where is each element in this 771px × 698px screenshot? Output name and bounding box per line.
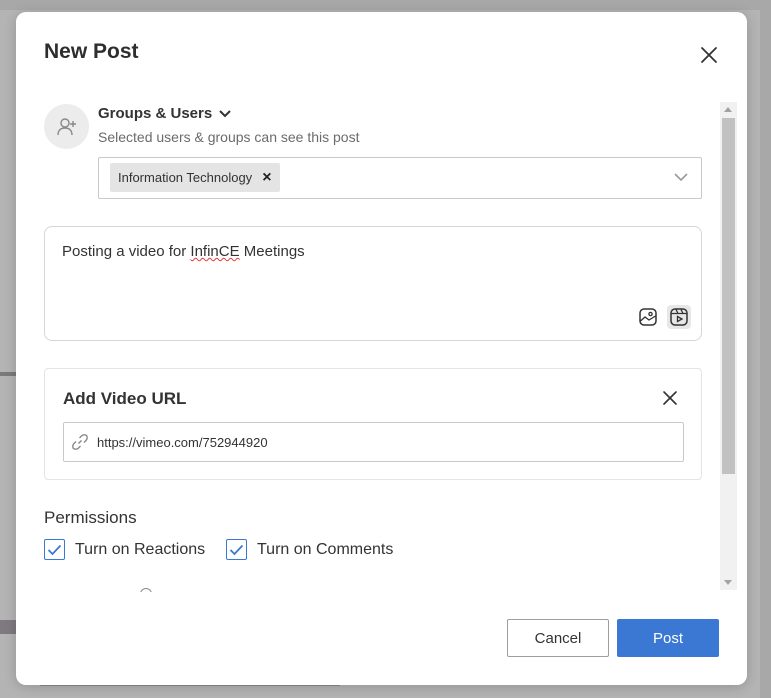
chevron-down-icon[interactable]: [673, 172, 689, 182]
misspelled-word: InfinCE: [190, 243, 240, 260]
close-modal-button[interactable]: [698, 44, 720, 66]
modal-title: New Post: [44, 40, 139, 63]
audience-select[interactable]: Information Technology ×: [98, 157, 702, 199]
reactions-label: Turn on Reactions: [75, 540, 206, 558]
new-post-modal: New Post Groups & Users Selected users &…: [16, 12, 747, 685]
video-url-field[interactable]: [63, 422, 684, 462]
scrollbar-thumb[interactable]: [722, 118, 735, 474]
check-icon: [229, 544, 244, 555]
info-icon: [140, 588, 152, 592]
post-button[interactable]: Post: [617, 619, 719, 657]
cancel-button[interactable]: Cancel: [507, 619, 609, 657]
background-fragment: [0, 620, 16, 634]
scroll-down-arrow[interactable]: [724, 580, 732, 585]
chip-label: Information Technology: [118, 170, 253, 185]
groups-users-subtitle: Selected users & groups can see this pos…: [98, 129, 360, 145]
add-video-button[interactable]: [667, 305, 691, 329]
close-icon: [663, 391, 677, 405]
video-icon: [670, 308, 688, 326]
check-icon: [47, 544, 62, 555]
scroll-up-arrow[interactable]: [724, 107, 732, 112]
image-icon: [639, 308, 657, 326]
permissions-title: Permissions: [44, 508, 137, 527]
reactions-checkbox-row[interactable]: Turn on Reactions: [44, 539, 205, 560]
groups-users-dropdown[interactable]: Groups & Users: [98, 105, 232, 122]
video-url-input[interactable]: [97, 431, 672, 453]
modal-scroll-area: Groups & Users Selected users & groups c…: [44, 102, 709, 592]
close-icon: [701, 47, 717, 63]
close-video-panel-button[interactable]: [662, 390, 678, 406]
add-image-button[interactable]: [636, 305, 660, 329]
groups-users-label: Groups & Users: [98, 105, 213, 122]
comments-checkbox-row[interactable]: Turn on Comments: [226, 539, 393, 560]
video-url-title: Add Video URL: [63, 389, 187, 408]
post-text[interactable]: Posting a video for InfinCE Meetings: [62, 243, 305, 260]
selected-group-chip: Information Technology ×: [110, 163, 280, 192]
reactions-checkbox[interactable]: [44, 539, 65, 560]
comments-label: Turn on Comments: [257, 540, 394, 558]
chevron-down-icon: [219, 109, 231, 117]
add-user-avatar: [44, 104, 89, 149]
remove-chip-button[interactable]: ×: [262, 169, 271, 186]
background-divider: [0, 372, 16, 376]
comments-checkbox[interactable]: [226, 539, 247, 560]
modal-scrollbar[interactable]: [720, 102, 737, 590]
link-icon: [72, 434, 88, 450]
post-text-area[interactable]: Posting a video for InfinCE Meetings: [44, 226, 702, 341]
add-user-icon: [56, 117, 76, 135]
video-url-panel: Add Video URL: [44, 368, 702, 480]
